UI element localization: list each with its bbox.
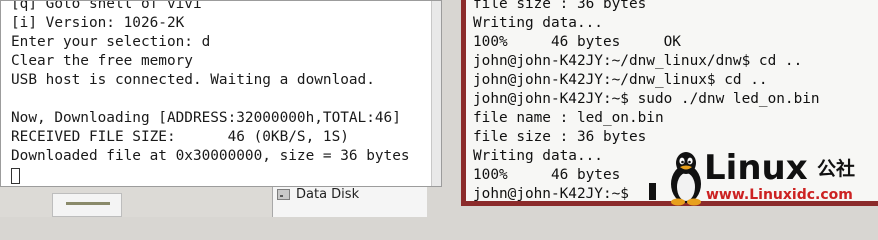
- terminal-line: john@john-K42JY:~/dnw_linux/dnw$ cd ..: [473, 53, 803, 69]
- thumbnail-bar: [66, 202, 110, 205]
- logo-cjk-text: 公社: [817, 158, 856, 180]
- terminal-line: john@john-K42JY:~$ sudo ./dnw led_on.bin: [473, 91, 820, 107]
- tux-penguin-icon: [671, 152, 701, 206]
- text-cursor: [11, 168, 20, 184]
- terminal-line: Writing data...: [473, 148, 603, 164]
- terminal-line: Now, Downloading [ADDRESS:32000000h,TOTA…: [11, 110, 401, 126]
- terminal-line: 100% 46 bytes OK: [473, 34, 681, 50]
- terminal-line: [q] Goto shell of vivi: [11, 0, 202, 12]
- terminal-line: file name : led_on.bin: [473, 110, 664, 126]
- terminal-line: file size : 36 bytes: [473, 0, 647, 12]
- text-cursor: [649, 183, 656, 200]
- logo-wordmark: Linux: [704, 148, 808, 188]
- linuxidc-watermark-logo: Linux 公社 www.Linuxidc.com: [666, 148, 878, 208]
- terminal-line: RECEIVED FILE SIZE: 46 (0KB/S, 1S): [11, 129, 349, 145]
- file-item-data-disk[interactable]: Data Disk: [277, 187, 359, 202]
- file-manager-panel: Data Disk: [272, 183, 427, 217]
- drive-icon: [277, 189, 290, 200]
- scrollbar[interactable]: [431, 1, 441, 186]
- terminal-line: 100% 46 bytes: [473, 167, 621, 183]
- file-item-label: Data Disk: [296, 187, 360, 202]
- terminal-line: file size : 36 bytes: [473, 129, 647, 145]
- logo-url: www.Linuxidc.com: [706, 187, 853, 203]
- terminal-prompt-line: john@john-K42JY:~$: [473, 186, 638, 202]
- terminal-line: john@john-K42JY:~/dnw_linux$ cd ..: [473, 72, 768, 88]
- terminal-line: Enter your selection: d: [11, 34, 211, 50]
- serial-terminal-window[interactable]: [q] Goto shell of vivi [i] Version: 1026…: [0, 0, 442, 187]
- terminal-line: Downloaded file at 0x30000000, size = 36…: [11, 148, 410, 164]
- terminal-line: Writing data...: [473, 15, 603, 31]
- terminal-line: [i] Version: 1026-2K: [11, 15, 185, 31]
- terminal-line: Clear the free memory: [11, 53, 193, 69]
- thumbnail-preview[interactable]: [52, 193, 122, 217]
- terminal-line: USB host is connected. Waiting a downloa…: [11, 72, 375, 88]
